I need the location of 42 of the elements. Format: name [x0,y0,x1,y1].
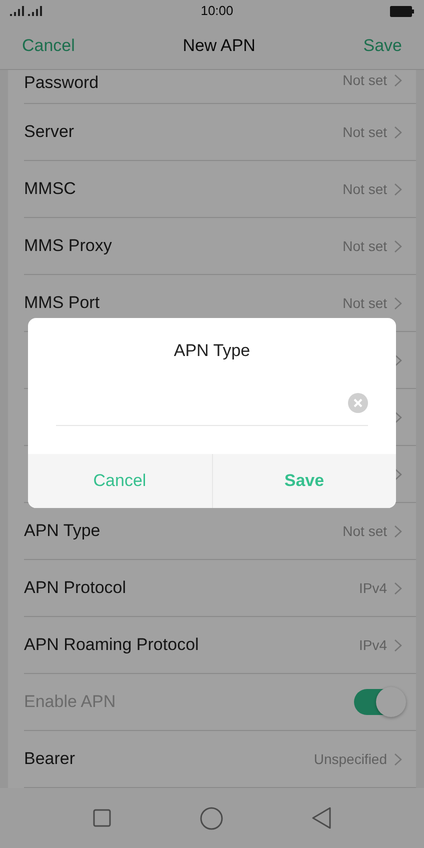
setting-label: MMS Port [24,292,100,314]
chevron-icon [394,240,402,252]
setting-value: Not set [342,180,387,198]
status-time: 10:00 [200,2,234,20]
battery-icon [390,6,414,16]
back-icon[interactable] [312,807,332,829]
setting-value: Not set [342,522,387,540]
chevron-icon [394,638,402,652]
chevron-icon [394,524,402,538]
home-icon[interactable] [200,806,223,830]
setting-label: Server [24,121,74,144]
recent-apps-icon[interactable] [92,809,111,827]
save-button[interactable]: Save [363,32,402,58]
setting-value: Unspecified [314,750,387,769]
signal-icon [10,6,44,16]
setting-value: IPv4 [358,578,387,598]
save-button[interactable]: Save [212,454,396,508]
chevron-icon [394,410,402,424]
setting-label: Bearer [24,748,76,770]
setting-value: Not set [342,236,387,256]
chevron-icon [394,354,402,366]
chevron-icon [394,752,402,766]
setting-value: Not set [342,122,387,142]
setting-label: APN Protocol [24,577,126,600]
chevron-icon [394,582,402,594]
chevron-icon [394,296,402,310]
setting-value: IPv4 [358,636,387,654]
setting-label: APN Type [24,520,100,542]
setting-label: APN Roaming Protocol [24,634,199,656]
chevron-icon [394,182,402,196]
setting-label: MMS Proxy [24,235,112,258]
chevron-icon [394,468,402,480]
cancel-button[interactable]: Cancel [28,454,212,508]
setting-label: Password [24,72,99,94]
chevron-icon [394,126,402,138]
setting-value: Not set [342,71,387,90]
dialog-title: APN Type [172,340,252,362]
screen-title: New APN [182,34,256,57]
cancel-button[interactable]: Cancel [22,32,75,58]
setting-value: Not set [342,294,387,312]
chevron-icon [394,74,402,87]
setting-label: MMSC [24,178,76,200]
